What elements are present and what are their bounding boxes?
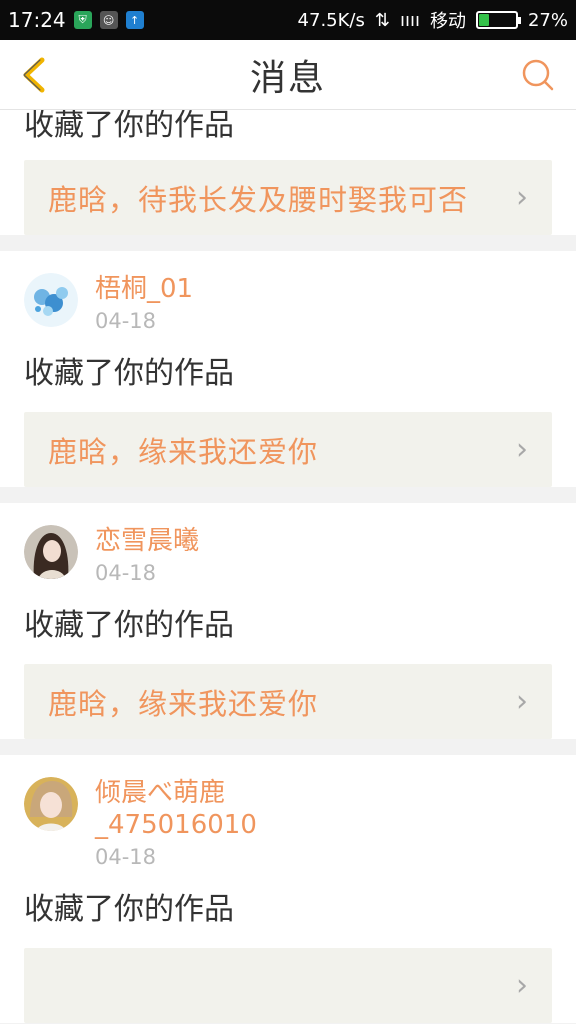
chevron-right-icon: › [516,432,528,467]
message-action: 收藏了你的作品 [24,608,234,643]
carrier-name: 移动 [429,11,466,32]
message-date: 04-18 [95,309,157,333]
message-list[interactable]: 收藏了你的作品 鹿晗，待我长发及腰时娶我可否 › 梧桐_01 04-18 收藏了… [0,110,576,1024]
work-link[interactable]: › [24,948,552,1023]
upload-app-icon: ↑ [125,11,144,29]
work-title: 鹿晗，缘来我还爱你 [48,434,319,469]
page-title: 消息 [249,57,326,99]
chevron-right-icon: › [516,180,528,215]
shield-app-icon: ⛨ [73,11,92,29]
message-card: 梧桐_01 04-18 收藏了你的作品 鹿晗，缘来我还爱你 › [0,251,576,487]
work-link[interactable]: 鹿晗，缘来我还爱你 › [24,664,552,739]
work-title: 鹿晗，待我长发及腰时娶我可否 [48,182,469,217]
signal-icon: ıııı [399,9,420,31]
chevron-right-icon: › [516,968,528,1003]
message-card: 倾晨べ萌鹿 _475016010 04-18 收藏了你的作品 › [0,755,576,1023]
message-date: 04-18 [95,845,157,869]
chevron-right-icon: › [516,684,528,719]
username[interactable]: 梧桐_01 [95,273,193,305]
message-action: 收藏了你的作品 [24,356,234,391]
avatar[interactable] [24,777,78,831]
avatar[interactable] [24,525,78,579]
message-date: 04-18 [95,561,157,585]
cat-app-icon: ☺ [99,11,118,29]
avatar[interactable] [24,273,78,327]
battery-percent: 27% [527,9,568,31]
status-bar: 17:24 ⛨ ☺ ↑ 47.5K/s ⇅ ıııı 移动 27% [0,0,576,40]
message-card: 收藏了你的作品 鹿晗，待我长发及腰时娶我可否 › [0,110,576,235]
work-link[interactable]: 鹿晗，待我长发及腰时娶我可否 › [24,160,552,235]
search-icon[interactable] [520,57,556,93]
battery-icon [475,11,521,29]
message-card: 恋雪晨曦 04-18 收藏了你的作品 鹿晗，缘来我还爱你 › [0,503,576,739]
work-link[interactable]: 鹿晗，缘来我还爱你 › [24,412,552,487]
username[interactable]: 倾晨べ萌鹿 _475016010 [95,777,257,841]
message-action: 收藏了你的作品 [24,110,234,143]
message-action: 收藏了你的作品 [24,892,234,927]
status-time: 17:24 [8,8,66,32]
top-navigation-bar: 消息 [0,40,576,110]
data-activity-icon: ⇅ [374,9,390,31]
username[interactable]: 恋雪晨曦 [95,525,199,557]
work-title: 鹿晗，缘来我还爱你 [48,686,319,721]
back-arrow-icon[interactable] [14,54,54,96]
network-speed: 47.5K/s [297,9,365,31]
